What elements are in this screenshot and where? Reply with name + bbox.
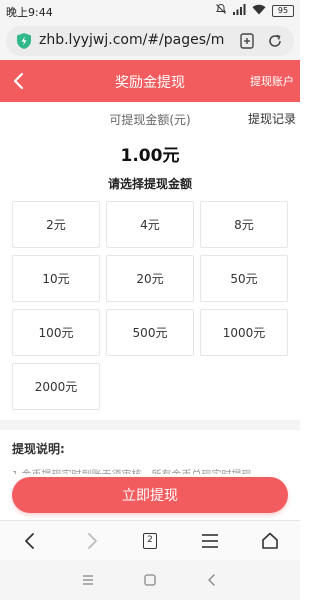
shield-icon[interactable] xyxy=(16,32,32,54)
recent-apps-icon[interactable] xyxy=(80,572,96,588)
amount-option[interactable]: 1000元 xyxy=(200,309,288,356)
withdraw-now-button[interactable]: 立即提现 xyxy=(12,477,288,513)
system-back-icon[interactable] xyxy=(204,572,220,588)
tabs-icon[interactable]: 2 xyxy=(138,529,162,553)
amount-option[interactable]: 50元 xyxy=(200,255,288,302)
signal-icon xyxy=(233,3,246,18)
status-bar: 晚上9:44 95 xyxy=(0,0,300,22)
back-icon[interactable] xyxy=(18,529,42,553)
home-icon[interactable] xyxy=(258,529,282,553)
withdraw-info-text: 1.金币提现实时到账无须审核，所有金币兑现实时提现 xyxy=(12,466,288,474)
withdraw-info-title: 提现说明: xyxy=(12,442,65,456)
amount-option[interactable]: 2元 xyxy=(12,201,100,248)
url-field[interactable]: zhb.lyyjwj.com/#/pages/m xyxy=(6,26,294,56)
menu-icon[interactable] xyxy=(198,529,222,553)
refresh-icon[interactable] xyxy=(266,32,284,54)
amount-option[interactable]: 4元 xyxy=(106,201,194,248)
withdraw-records-link[interactable]: 提现记录 xyxy=(248,110,296,127)
withdraw-account-link[interactable]: 提现账户 xyxy=(250,73,294,89)
balance-amount: 1.00元 xyxy=(120,146,180,166)
section-divider xyxy=(0,420,300,430)
forward-icon[interactable] xyxy=(80,529,104,553)
choose-amount-label: 请选择提现金额 xyxy=(107,177,192,191)
status-time: 晚上9:44 xyxy=(6,6,53,19)
system-home-icon[interactable] xyxy=(142,572,158,588)
add-bookmark-icon[interactable] xyxy=(238,32,256,54)
amount-option[interactable]: 500元 xyxy=(106,309,194,356)
url-text[interactable]: zhb.lyyjwj.com/#/pages/m xyxy=(39,32,224,48)
browser-url-bar: zhb.lyyjwj.com/#/pages/m xyxy=(0,22,300,60)
browser-toolbar: 2 xyxy=(0,520,300,560)
wifi-icon xyxy=(252,4,266,18)
amount-option[interactable]: 8元 xyxy=(200,201,288,248)
status-icons: 95 xyxy=(215,3,294,18)
system-nav-bar xyxy=(0,560,300,600)
amount-option[interactable]: 100元 xyxy=(12,309,100,356)
amount-option[interactable]: 10元 xyxy=(12,255,100,302)
tab-count: 2 xyxy=(143,533,157,549)
mute-icon xyxy=(215,3,227,18)
app-header: 奖励金提现 提现账户 xyxy=(0,60,300,102)
amount-option[interactable]: 2000元 xyxy=(12,363,100,410)
amount-option[interactable]: 20元 xyxy=(106,255,194,302)
battery-icon: 95 xyxy=(272,4,294,17)
